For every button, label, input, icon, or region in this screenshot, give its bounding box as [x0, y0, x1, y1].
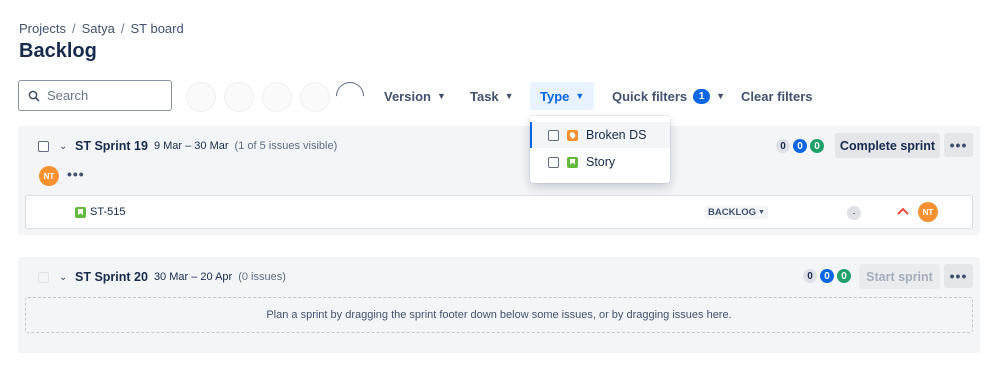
sprint-header: ⌄ ST Sprint 19 9 Mar – 30 Mar (1 of 5 is…	[38, 139, 337, 153]
chevron-down-icon[interactable]: ⌄	[59, 272, 69, 283]
type-filter[interactable]: Type ▼	[530, 82, 595, 110]
issue-key[interactable]: ST-515	[90, 206, 125, 218]
sprint-19-container: ⌄ ST Sprint 19 9 Mar – 30 Mar (1 of 5 is…	[18, 126, 980, 235]
option-checkbox[interactable]	[548, 129, 559, 141]
issue-row[interactable]: ST-515 BACKLOG ▼ - NT	[25, 195, 973, 229]
empty-sprint-dropzone[interactable]: Plan a sprint by dragging the sprint foo…	[25, 297, 973, 333]
search-input[interactable]: Search	[18, 80, 172, 111]
avatar-group[interactable]	[186, 76, 370, 116]
start-sprint-button[interactable]: Start sprint	[859, 264, 940, 289]
sprint-dates: 30 Mar – 20 Apr	[153, 271, 233, 283]
in-progress-count: 0	[820, 269, 834, 283]
quick-filters-label: Quick filters	[612, 88, 688, 104]
sprint-more-button[interactable]: •••	[944, 133, 973, 157]
breadcrumb-separator: /	[120, 21, 125, 36]
breadcrumb-separator: /	[71, 21, 76, 36]
task-filter[interactable]: Task ▼	[470, 84, 514, 108]
option-checkbox[interactable]	[548, 156, 559, 168]
task-filter-label: Task	[470, 88, 499, 104]
bug-icon	[567, 129, 578, 141]
search-icon	[28, 90, 40, 102]
option-label: Broken DS	[586, 128, 647, 142]
version-filter[interactable]: Version ▼	[384, 84, 446, 108]
breadcrumb-satya[interactable]: Satya	[82, 21, 115, 36]
breadcrumb: Projects / Satya / ST board	[19, 21, 184, 36]
in-progress-count: 0	[793, 139, 807, 153]
type-option-story[interactable]: Story	[530, 149, 670, 175]
quick-filters[interactable]: Quick filters 1 ▼	[612, 84, 725, 108]
type-option-broken-ds[interactable]: Broken DS	[530, 122, 670, 148]
story-icon	[75, 207, 86, 218]
avatar[interactable]	[300, 82, 330, 112]
more-icon[interactable]: •••	[67, 166, 85, 182]
sprint-more-button[interactable]: •••	[944, 264, 973, 288]
avatar[interactable]: NT	[39, 166, 59, 186]
estimate-badge[interactable]: -	[847, 206, 861, 220]
search-placeholder: Search	[47, 88, 89, 103]
breadcrumb-board[interactable]: ST board	[130, 21, 183, 36]
issue-counts: 0 0 0	[803, 269, 851, 283]
sprint-20-container: ⌄ ST Sprint 20 30 Mar – 20 Apr (0 issues…	[18, 257, 980, 353]
todo-count: 0	[776, 139, 790, 153]
done-count: 0	[810, 139, 824, 153]
type-dropdown-menu: Broken DS Story	[530, 116, 670, 183]
status-label: BACKLOG	[708, 207, 757, 218]
breadcrumb-projects[interactable]: Projects	[19, 21, 66, 36]
story-icon	[567, 156, 578, 168]
avatar[interactable]	[262, 82, 292, 112]
complete-sprint-button[interactable]: Complete sprint	[835, 133, 940, 158]
quick-filters-count: 1	[693, 88, 711, 104]
sprint-meta: (0 issues)	[238, 271, 286, 283]
option-label: Story	[586, 155, 616, 169]
chevron-down-icon: ▼	[758, 209, 765, 216]
avatar[interactable]	[186, 82, 216, 112]
type-filter-label: Type	[540, 88, 570, 104]
version-filter-label: Version	[384, 88, 431, 104]
high-priority-icon	[897, 207, 909, 215]
status-dropdown[interactable]: BACKLOG ▼	[705, 206, 768, 219]
done-count: 0	[837, 269, 851, 283]
sprint-dates: 9 Mar – 30 Mar	[153, 140, 229, 152]
sprint-name[interactable]: ST Sprint 20	[75, 270, 148, 284]
chevron-down-icon[interactable]: ⌄	[59, 141, 69, 152]
page-title: Backlog	[19, 40, 97, 62]
avatar[interactable]	[224, 82, 254, 112]
sprint-checkbox[interactable]	[38, 140, 49, 152]
more-avatars-icon[interactable]	[330, 76, 370, 116]
sprint-checkbox	[38, 271, 49, 283]
clear-filters-label: Clear filters	[741, 88, 813, 104]
chevron-down-icon: ▼	[436, 91, 446, 101]
chevron-down-icon: ▼	[575, 91, 585, 101]
sprint-header: ⌄ ST Sprint 20 30 Mar – 20 Apr (0 issues…	[38, 270, 286, 284]
sprint-name[interactable]: ST Sprint 19	[75, 139, 148, 153]
todo-count: 0	[803, 269, 817, 283]
clear-filters-button[interactable]: Clear filters	[741, 84, 813, 108]
issue-counts: 0 0 0	[776, 139, 824, 153]
chevron-down-icon: ▼	[716, 91, 726, 101]
chevron-down-icon: ▼	[504, 91, 514, 101]
avatar[interactable]: NT	[918, 202, 938, 222]
sprint-meta: (1 of 5 issues visible)	[234, 140, 338, 152]
